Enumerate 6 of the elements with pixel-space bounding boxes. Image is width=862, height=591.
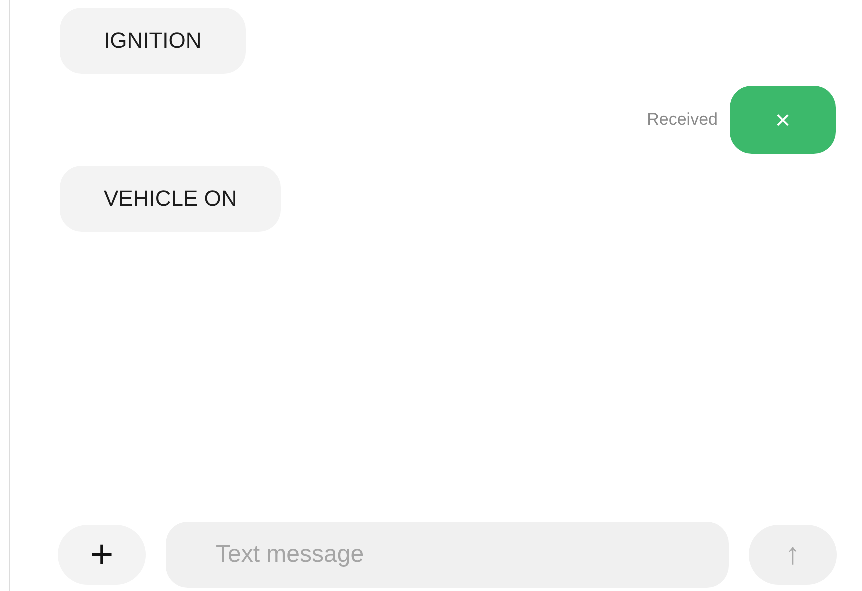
delivery-status: Received [647,110,718,130]
message-bubble: VEHICLE ON [60,166,282,232]
message-input[interactable]: Text message [166,522,729,588]
add-button[interactable]: + [58,525,146,585]
message-bubble: × [730,86,836,154]
message-bubble: IGNITION [60,8,246,74]
